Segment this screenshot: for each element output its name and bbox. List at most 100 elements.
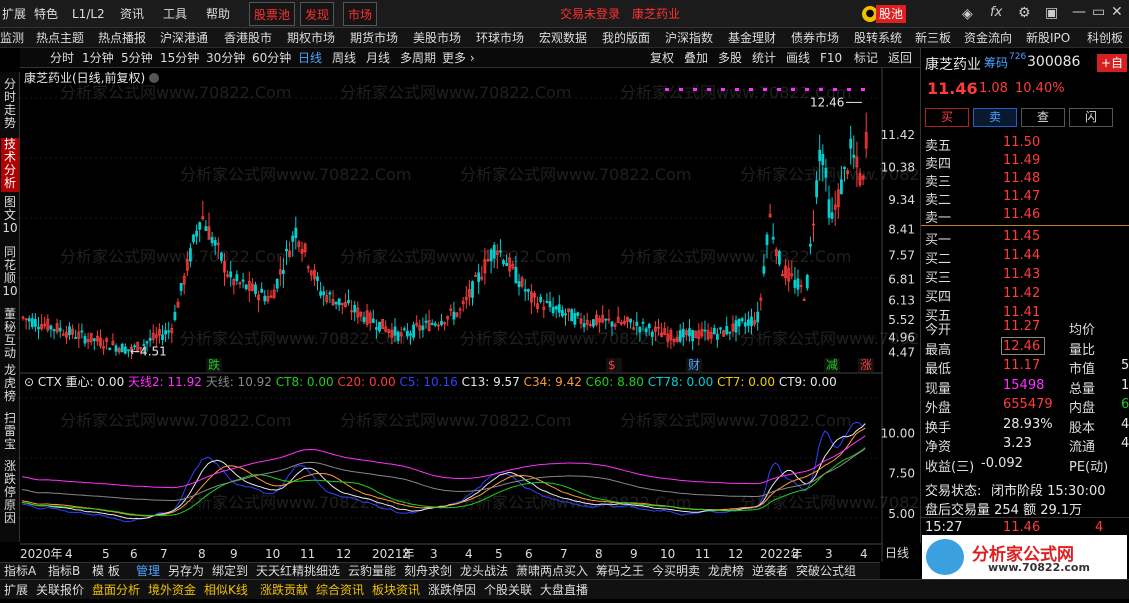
restore-icon[interactable]: ▭ [1092,4,1105,20]
menu-help[interactable]: 帮助 [206,0,230,28]
period-multi[interactable]: 多周期 [400,48,436,68]
indicator-tab[interactable]: 绑定到 [212,563,248,580]
buy-button[interactable]: 买 [925,108,969,127]
indicator-tab[interactable]: 今买明卖 [652,563,700,580]
nav-funds[interactable]: 基金理财 [728,28,776,48]
period-monthly[interactable]: 月线 [366,48,390,68]
tool-back[interactable]: 返回 [888,48,912,68]
indicator-tab[interactable]: 刻舟求剑 [404,563,452,580]
menu-stock-pool[interactable]: 股票池 [249,2,296,26]
settings-icon[interactable]: ⚙ [1018,5,1031,21]
query-button[interactable]: 查 [1021,108,1065,127]
tool-draw[interactable]: 画线 [786,48,810,68]
close-icon[interactable]: ✕ [1111,4,1123,20]
period-15m[interactable]: 15分钟 [160,48,199,68]
bottom-tab[interactable]: 扩展 [4,580,28,600]
nav-global[interactable]: 环球市场 [476,28,524,48]
period-weekly[interactable]: 周线 [332,48,356,68]
menu-l1l2[interactable]: L1/L2 [72,0,105,28]
indicator-tab[interactable]: 管理 [136,563,160,580]
ask-row[interactable]: 卖五 11.50 [921,134,1129,154]
indicator-tab[interactable]: 另存为 [168,563,204,580]
tool-mark[interactable]: 标记 [854,48,878,68]
nav-options[interactable]: 期权市场 [287,28,335,48]
period-1m[interactable]: 1分钟 [82,48,114,68]
bid-row[interactable]: 买三 11.43 [921,266,1129,286]
period-5m[interactable]: 5分钟 [121,48,153,68]
nav-macro[interactable]: 宏观数据 [539,28,587,48]
bottom-tab[interactable]: 相似K线 [204,580,248,600]
tool-overlay[interactable]: 叠加 [684,48,708,68]
flash-button[interactable]: 闪 [1069,108,1113,127]
indicator-tab[interactable]: 突破公式组 [796,563,856,580]
bottom-tab[interactable]: 盘面分析 [92,580,140,600]
chart-options-icon[interactable] [149,73,159,83]
bid-row[interactable]: 买四 11.42 [921,285,1129,305]
user-icon[interactable]: ▣ [1045,5,1058,21]
period-more[interactable]: 更多 › [442,48,475,68]
tab-dragon-tiger[interactable]: 龙虎榜 [1,364,19,404]
bottom-tab[interactable]: 综合资讯 [316,580,364,600]
bottom-tab[interactable]: 个股关联 [484,580,532,600]
indicator-tab[interactable]: 模 板 [92,563,120,580]
menu-extend[interactable]: 扩展 [2,0,26,28]
menu-tools[interactable]: 工具 [163,0,187,28]
tab-limit-reason[interactable]: 涨跌停原因 [1,460,19,530]
login-status[interactable]: 交易未登录 [560,0,620,28]
fx-icon[interactable]: fx [990,5,1002,20]
tool-adjust[interactable]: 复权 [650,48,674,68]
tool-multi-stock[interactable]: 多股 [718,48,742,68]
tab-mine-sweeper[interactable]: 扫雷宝 [1,412,19,452]
nav-us-stocks[interactable]: 美股市场 [413,28,461,48]
ask-row[interactable]: 卖一 11.46 [921,206,1129,226]
period-30m[interactable]: 30分钟 [206,48,245,68]
bid-row[interactable]: 买二 11.44 [921,247,1129,267]
nav-neeq[interactable]: 新三板 [915,28,951,48]
tab-technical[interactable]: 技术分析 [1,138,19,192]
menu-news[interactable]: 资讯 [120,0,144,28]
bottom-tab[interactable]: 大盘直播 [540,580,588,600]
nav-hk-stocks[interactable]: 香港股市 [224,28,272,48]
indicator-tab[interactable]: 筹码之王 [596,563,644,580]
sell-button[interactable]: 卖 [973,108,1017,127]
ask-row[interactable]: 卖二 11.47 [921,188,1129,208]
nav-hot-topics[interactable]: 热点主题 [36,28,84,48]
bottom-tab[interactable]: 涨跌贡献 [260,580,308,600]
nav-otc[interactable]: 股转系统 [854,28,902,48]
bid-row[interactable]: 买一 11.45 [921,228,1129,248]
nav-futures[interactable]: 期货市场 [350,28,398,48]
menu-market[interactable]: 市场 [343,2,378,26]
nav-hk-connect[interactable]: 沪深港通 [160,28,208,48]
bottom-tab[interactable]: 关联报价 [36,580,84,600]
bottom-tab[interactable]: 涨跌停因 [428,580,476,600]
indicator-tab[interactable]: 萧啸两点买入 [516,563,588,580]
minimize-icon[interactable]: — [1072,4,1086,20]
ask-row[interactable]: 卖三 11.48 [921,170,1129,190]
tab-ths[interactable]: 同花顺10 [1,246,19,300]
indicator-tab[interactable]: 龙头战法 [460,563,508,580]
layers-icon[interactable]: ◈ [962,6,973,22]
tool-stats[interactable]: 统计 [752,48,776,68]
indicator-tab[interactable]: 指标A [4,563,36,580]
nav-star-market[interactable]: 科创板 [1087,28,1123,48]
stock-pool-badge[interactable]: 股池 [876,5,907,23]
bottom-tab[interactable]: 境外资金 [148,580,196,600]
bottom-tab[interactable]: 板块资讯 [372,580,420,600]
menu-discover[interactable]: 发现 [300,2,335,26]
nav-monitor[interactable]: 监测 [0,28,24,48]
indicator-tab[interactable]: 龙虎榜 [708,563,744,580]
nav-ipo[interactable]: 新股IPO [1026,28,1070,48]
indicator-tab[interactable]: 天天红精挑细选 [256,563,340,580]
indicator-tab[interactable]: 指标B [48,563,80,580]
menu-special[interactable]: 特色 [34,0,58,28]
nav-hot-broadcast[interactable]: 热点播报 [98,28,146,48]
nav-bonds[interactable]: 债券市场 [791,28,839,48]
tab-intraday[interactable]: 分时走势 [1,78,19,132]
period-60m[interactable]: 60分钟 [252,48,291,68]
nav-fund-flow[interactable]: 资金流向 [964,28,1012,48]
add-watchlist-button[interactable]: +自 [1097,54,1127,72]
ask-row[interactable]: 卖四 11.49 [921,152,1129,172]
tool-f10[interactable]: F10 [820,48,842,68]
kline-chart[interactable]: 康芝药业(日线,前复权) 分析家公式网www.70822.Com 分析家公式网ww… [20,68,920,562]
tab-secretary[interactable]: 董秘互动 [1,308,19,362]
